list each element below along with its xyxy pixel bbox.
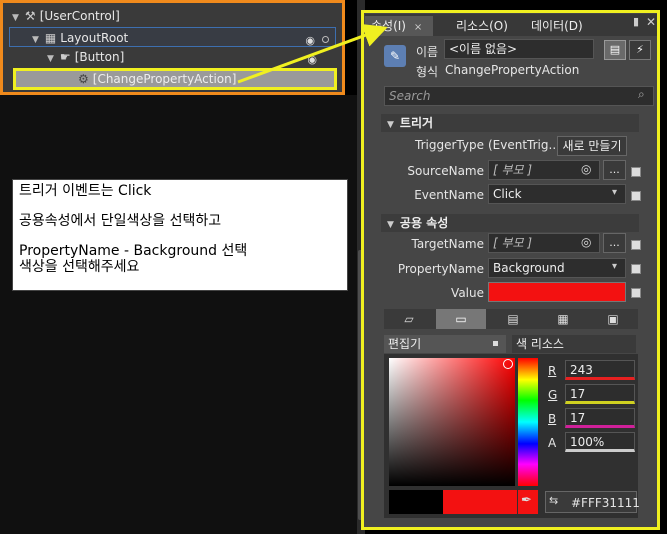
- name-label: 이름: [416, 45, 439, 59]
- current-color-swatch: [443, 490, 517, 514]
- object-type-icon: ✎: [384, 45, 406, 67]
- tab-color-resources[interactable]: 색 리소스: [512, 335, 636, 353]
- eventname-select[interactable]: Click: [488, 184, 626, 204]
- note-line-2: 공용속성에서 단일색상을 선택하고: [19, 213, 222, 229]
- close-tab-icon[interactable]: ×: [414, 22, 422, 33]
- trigger-section-header[interactable]: ▼ 트리거: [381, 114, 639, 132]
- swap-icon[interactable]: ⇆: [549, 494, 558, 507]
- grid-icon: ▦: [44, 31, 57, 45]
- type-value: ChangePropertyAction: [445, 63, 580, 77]
- triggertype-value: (EventTrig...: [488, 138, 560, 152]
- r-value-field[interactable]: 243: [565, 360, 635, 380]
- tab-indicator-square-icon: [493, 341, 498, 346]
- lock-dot-icon[interactable]: [322, 36, 329, 43]
- gradient-brush-icon[interactable]: ▤: [488, 309, 538, 329]
- g-value-field[interactable]: 17: [565, 384, 635, 404]
- tree-item-usercontrol[interactable]: ▼ ⚒ [UserControl]: [12, 6, 120, 26]
- expand-triangle-icon[interactable]: ▼: [32, 35, 39, 45]
- panel-tab-bar: 속성(I) × 리소스(O) 데이터(D) ▮ ✕: [365, 14, 657, 36]
- tile-brush-icon[interactable]: ▦: [538, 309, 588, 329]
- hue-slider[interactable]: [518, 358, 538, 486]
- eyedropper-icon[interactable]: ✒: [521, 493, 532, 508]
- tab-resources[interactable]: 리소스(O): [450, 16, 514, 36]
- advanced-option-square-icon[interactable]: [631, 288, 641, 298]
- advanced-option-square-icon[interactable]: [631, 167, 641, 177]
- advanced-option-square-icon[interactable]: [631, 264, 641, 274]
- new-trigger-button[interactable]: 새로 만들기: [557, 136, 627, 156]
- sourcename-label: SourceName: [407, 164, 484, 178]
- tab-label: 속성(I): [371, 19, 406, 33]
- triggertype-label: TriggerType: [415, 138, 484, 152]
- close-panel-icon[interactable]: ✕: [646, 15, 656, 29]
- color-picker-handle[interactable]: [503, 359, 513, 369]
- expand-triangle-icon[interactable]: ▼: [47, 54, 54, 64]
- common-section-header[interactable]: ▼ 공용 속성: [381, 214, 639, 232]
- b-value-field[interactable]: 17: [565, 408, 635, 428]
- no-brush-icon[interactable]: ▱: [384, 309, 434, 329]
- button-icon: ☛: [59, 50, 71, 64]
- hex-value-field[interactable]: #FFF31111: [571, 496, 640, 510]
- collapse-triangle-icon[interactable]: ▼: [387, 120, 394, 130]
- value-color-swatch[interactable]: [488, 282, 626, 302]
- targetname-browse-button[interactable]: ...: [603, 233, 626, 253]
- target-picker-icon[interactable]: ◎: [581, 235, 591, 249]
- advanced-option-square-icon[interactable]: [631, 240, 641, 250]
- search-input[interactable]: Search: [384, 86, 654, 106]
- r-label: R: [548, 364, 557, 378]
- artboard-area: [0, 95, 358, 534]
- note-line-3: PropertyName - Background 선택: [19, 243, 248, 259]
- target-picker-icon[interactable]: ◎: [581, 162, 591, 176]
- tab-editor[interactable]: 편집기: [384, 335, 506, 353]
- saturation-value-picker[interactable]: [389, 358, 515, 486]
- tree-item-button[interactable]: ▼ ☛ [Button] ◉: [47, 47, 337, 67]
- tab-properties[interactable]: 속성(I) ×: [365, 16, 433, 36]
- propertyname-label: PropertyName: [397, 262, 484, 276]
- behavior-gear-icon: ⚙: [78, 72, 89, 86]
- g-label: G: [548, 388, 558, 402]
- chevron-down-icon[interactable]: ▾: [612, 187, 617, 198]
- object-tree-panel: ▼ ⚒ [UserControl] ▼ ▦ LayoutRoot ◉ ▼ ☛ [Button…: [0, 0, 345, 95]
- tree-item-label: [ChangePropertyAction]: [92, 72, 237, 86]
- advanced-option-square-icon[interactable]: [631, 191, 641, 201]
- tree-item-changepropertyaction[interactable]: ⚙ [ChangePropertyAction]: [13, 68, 337, 90]
- b-label: B: [548, 412, 557, 426]
- value-label: Value: [451, 286, 484, 300]
- tree-item-label: [Button]: [74, 50, 125, 64]
- search-placeholder: Search: [389, 89, 431, 103]
- note-line-4: 색상을 선택해주세요: [19, 259, 140, 275]
- pin-icon[interactable]: ▮: [633, 15, 639, 28]
- previous-color-swatch: [389, 490, 443, 514]
- tree-item-label: [UserControl]: [39, 9, 120, 23]
- eventname-label: EventName: [414, 188, 484, 202]
- note-line-1: 트리거 이벤트는 Click: [19, 183, 152, 199]
- collapse-triangle-icon[interactable]: ▼: [387, 220, 394, 230]
- a-value-field[interactable]: 100%: [565, 432, 635, 452]
- tab-label: 편집기: [388, 337, 422, 351]
- tree-item-layoutroot[interactable]: ▼ ▦ LayoutRoot ◉: [9, 27, 336, 47]
- chevron-down-icon[interactable]: ▾: [612, 261, 617, 272]
- visibility-eye-icon[interactable]: ◉: [307, 50, 317, 70]
- tree-item-label: LayoutRoot: [60, 31, 129, 45]
- usercontrol-icon: ⚒: [24, 9, 36, 23]
- expand-triangle-icon[interactable]: ▼: [12, 13, 19, 23]
- resource-brush-icon[interactable]: ▣: [588, 309, 638, 329]
- search-icon: ⌕: [638, 87, 645, 101]
- events-view-icon[interactable]: ⚡: [629, 40, 651, 60]
- type-label: 형식: [416, 65, 439, 79]
- sourcename-browse-button[interactable]: ...: [603, 160, 626, 180]
- solid-color-brush-icon[interactable]: ▭: [436, 309, 486, 329]
- name-field[interactable]: <이름 없음>: [444, 39, 594, 59]
- section-title: 공용 속성: [399, 216, 449, 230]
- tab-data[interactable]: 데이터(D): [525, 16, 589, 36]
- targetname-label: TargetName: [411, 237, 484, 251]
- section-title: 트리거: [399, 116, 434, 130]
- propertyname-select[interactable]: Background: [488, 258, 626, 278]
- properties-view-icon[interactable]: ▤: [604, 40, 626, 60]
- instruction-note: 트리거 이벤트는 Click 공용속성에서 단일색상을 선택하고 Propert…: [12, 179, 348, 291]
- a-label: A: [548, 436, 557, 450]
